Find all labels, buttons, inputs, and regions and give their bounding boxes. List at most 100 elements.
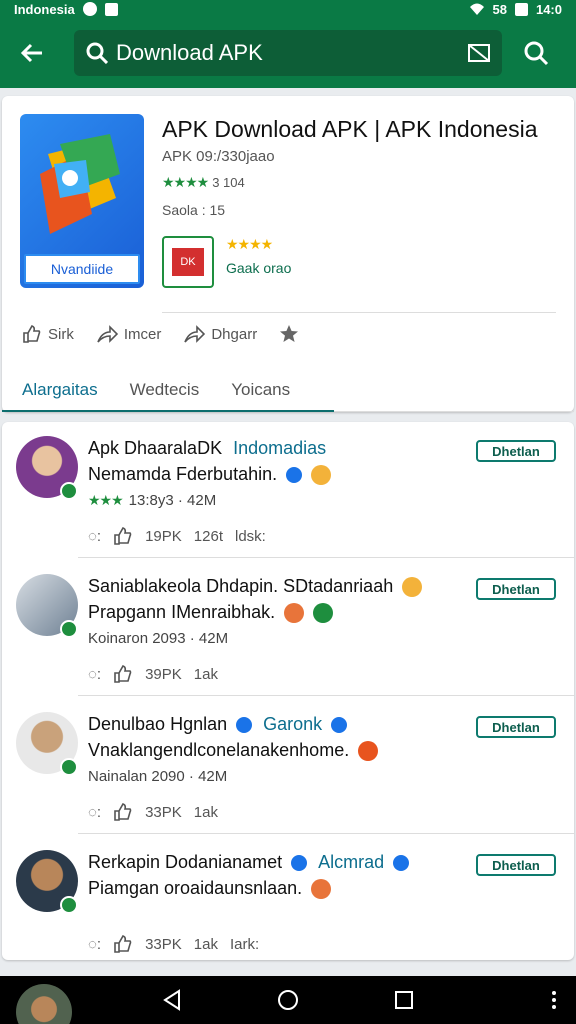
share-label: Imcer: [123, 325, 162, 343]
developer-name[interactable]: Gaak orao: [226, 260, 291, 276]
divider: [78, 557, 574, 558]
star-icon: [280, 325, 299, 342]
battery-level: 58: [492, 1, 507, 17]
author-tag: Alcmrad: [318, 852, 385, 872]
tab-bar: Alargaitas Wedtecis Yoicans: [2, 368, 574, 412]
rating-stars-icon: ★★★★: [162, 174, 209, 190]
post-actions: ◌: 19PK 126t ldsk:: [88, 526, 266, 546]
developer-logo[interactable]: DK: [162, 236, 214, 288]
search-button[interactable]: [516, 33, 556, 73]
heart-icon: [311, 879, 332, 900]
like-count: 33PK: [145, 935, 182, 953]
like-count: 19PK: [145, 527, 182, 545]
follow-button[interactable]: Dhetlan: [476, 578, 556, 600]
circle-home-icon: [278, 990, 298, 1010]
post-meta-text: Koinaron 2093 · 42M: [88, 630, 229, 647]
online-badge: [60, 896, 78, 914]
verified-icon: [291, 855, 308, 872]
status-bar: Indonesia 58 14:0: [0, 0, 576, 18]
card-divider: [162, 312, 556, 313]
list-item[interactable]: Denulbao Hgnlan Garonk Vnaklangendlconel…: [2, 698, 574, 834]
post-text: Vnaklangendlconelanakenhome.: [88, 740, 379, 762]
app-title: APK Download APK | APK Indonesia: [162, 116, 538, 142]
follow-button[interactable]: Dhetlan: [476, 440, 556, 462]
list-item[interactable]: Saniablakeola Dhdapin. SDtadanriaah Prap…: [2, 560, 574, 696]
app-card: Nvandiide APK Download APK | APK Indones…: [2, 96, 574, 412]
follow-button[interactable]: Dhetlan: [476, 716, 556, 738]
author-tag: Indomadias: [233, 438, 327, 458]
list-item[interactable]: Rerkapin Dodanianamet Alcmrad Piamgan or…: [2, 836, 574, 972]
search-box[interactable]: Download APK: [74, 30, 502, 76]
emoji-icon: [313, 603, 334, 624]
arrow-back-icon: [20, 43, 42, 63]
tab-alargaitas[interactable]: Alargaitas: [22, 368, 98, 412]
nav-more-button[interactable]: [540, 986, 568, 1014]
post-author: Denulbao Hgnlan Garonk: [88, 714, 348, 735]
more-vert-icon: [552, 991, 556, 1009]
forward-label: Dhgarr: [211, 325, 258, 343]
post-author: Saniablakeola Dhdapin. SDtadanriaah: [88, 576, 423, 598]
search-icon: [524, 41, 549, 66]
follow-button[interactable]: Dhetlan: [476, 854, 556, 876]
status-time: 14:0: [535, 1, 562, 17]
post-text: Piamgan oroaidaunsnlaan.: [88, 878, 332, 900]
comment-icon[interactable]: ◌:: [88, 528, 101, 545]
rating-value: 3 104: [212, 175, 245, 190]
like-icon[interactable]: [113, 802, 133, 822]
share-count: 1ak: [193, 665, 218, 683]
author-name: Apk DhaaralaDK: [88, 438, 223, 458]
search-icon: [86, 42, 108, 64]
voice-search-icon[interactable]: [468, 43, 490, 63]
app-icon-label: Nvandiide: [24, 254, 140, 284]
post-body: Piamgan oroaidaunsnlaan.: [88, 878, 303, 898]
avatar[interactable]: [16, 984, 72, 1024]
like-icon[interactable]: [113, 664, 133, 684]
verified-icon: [236, 717, 253, 734]
action-row: Sirk Imcer Dhgarr: [22, 324, 299, 344]
app-subtitle: APK 09:/330jaao: [162, 148, 275, 165]
post-body: Prapgann IMenraibhak.: [88, 602, 276, 622]
system-nav-bar: [0, 976, 576, 1024]
like-icon[interactable]: [113, 526, 133, 546]
favorite-action[interactable]: [279, 324, 299, 344]
comment-icon[interactable]: ◌:: [88, 804, 101, 821]
back-button[interactable]: [12, 33, 52, 73]
square-recents-icon: [395, 991, 413, 1009]
app-bar: Download APK: [0, 18, 576, 88]
verified-icon: [286, 467, 303, 484]
share-count: 1ak: [193, 803, 218, 821]
post-text: Nemamda Fderbutahin.: [88, 464, 332, 486]
comment-icon[interactable]: ◌:: [88, 936, 101, 953]
online-badge: [60, 758, 78, 776]
tab-yoicans[interactable]: Yoicans: [231, 368, 290, 412]
tab-wedtecis[interactable]: Wedtecis: [130, 368, 200, 412]
app-icon[interactable]: Nvandiide: [20, 114, 144, 288]
wifi-icon: [469, 3, 484, 15]
carrier-label: Indonesia: [14, 1, 75, 17]
share-action[interactable]: Imcer: [96, 324, 162, 344]
app-rating: ★★★★ 3 104: [162, 174, 245, 191]
extra-label[interactable]: ldsk:: [235, 528, 266, 545]
share-icon: [184, 325, 206, 343]
emoji-icon: [402, 577, 423, 598]
search-query[interactable]: Download APK: [116, 40, 468, 66]
post-meta: Nainalan 2090 · 42M: [88, 768, 227, 785]
like-icon[interactable]: [113, 934, 133, 954]
author-tag: Garonk: [263, 714, 323, 734]
comment-icon[interactable]: ◌:: [88, 666, 101, 683]
share-count: 1ak: [193, 935, 218, 953]
like-count: 39PK: [145, 665, 182, 683]
nav-recents-button[interactable]: [390, 986, 418, 1014]
list-item[interactable]: Apk DhaaralaDK Indomadias Nemamda Fderbu…: [2, 422, 574, 558]
nav-back-button[interactable]: [158, 986, 186, 1014]
extra-label[interactable]: Iark:: [230, 936, 259, 953]
battery-icon: [514, 2, 528, 16]
share-count: 126t: [193, 527, 223, 545]
heart-icon: [358, 741, 379, 762]
notification-icon: [82, 2, 97, 16]
like-action[interactable]: Sirk: [22, 324, 74, 344]
developer-logo-text: DK: [172, 248, 204, 276]
forward-action[interactable]: Dhgarr: [183, 324, 257, 344]
post-body: Vnaklangendlconelanakenhome.: [88, 740, 350, 760]
nav-home-button[interactable]: [274, 986, 302, 1014]
